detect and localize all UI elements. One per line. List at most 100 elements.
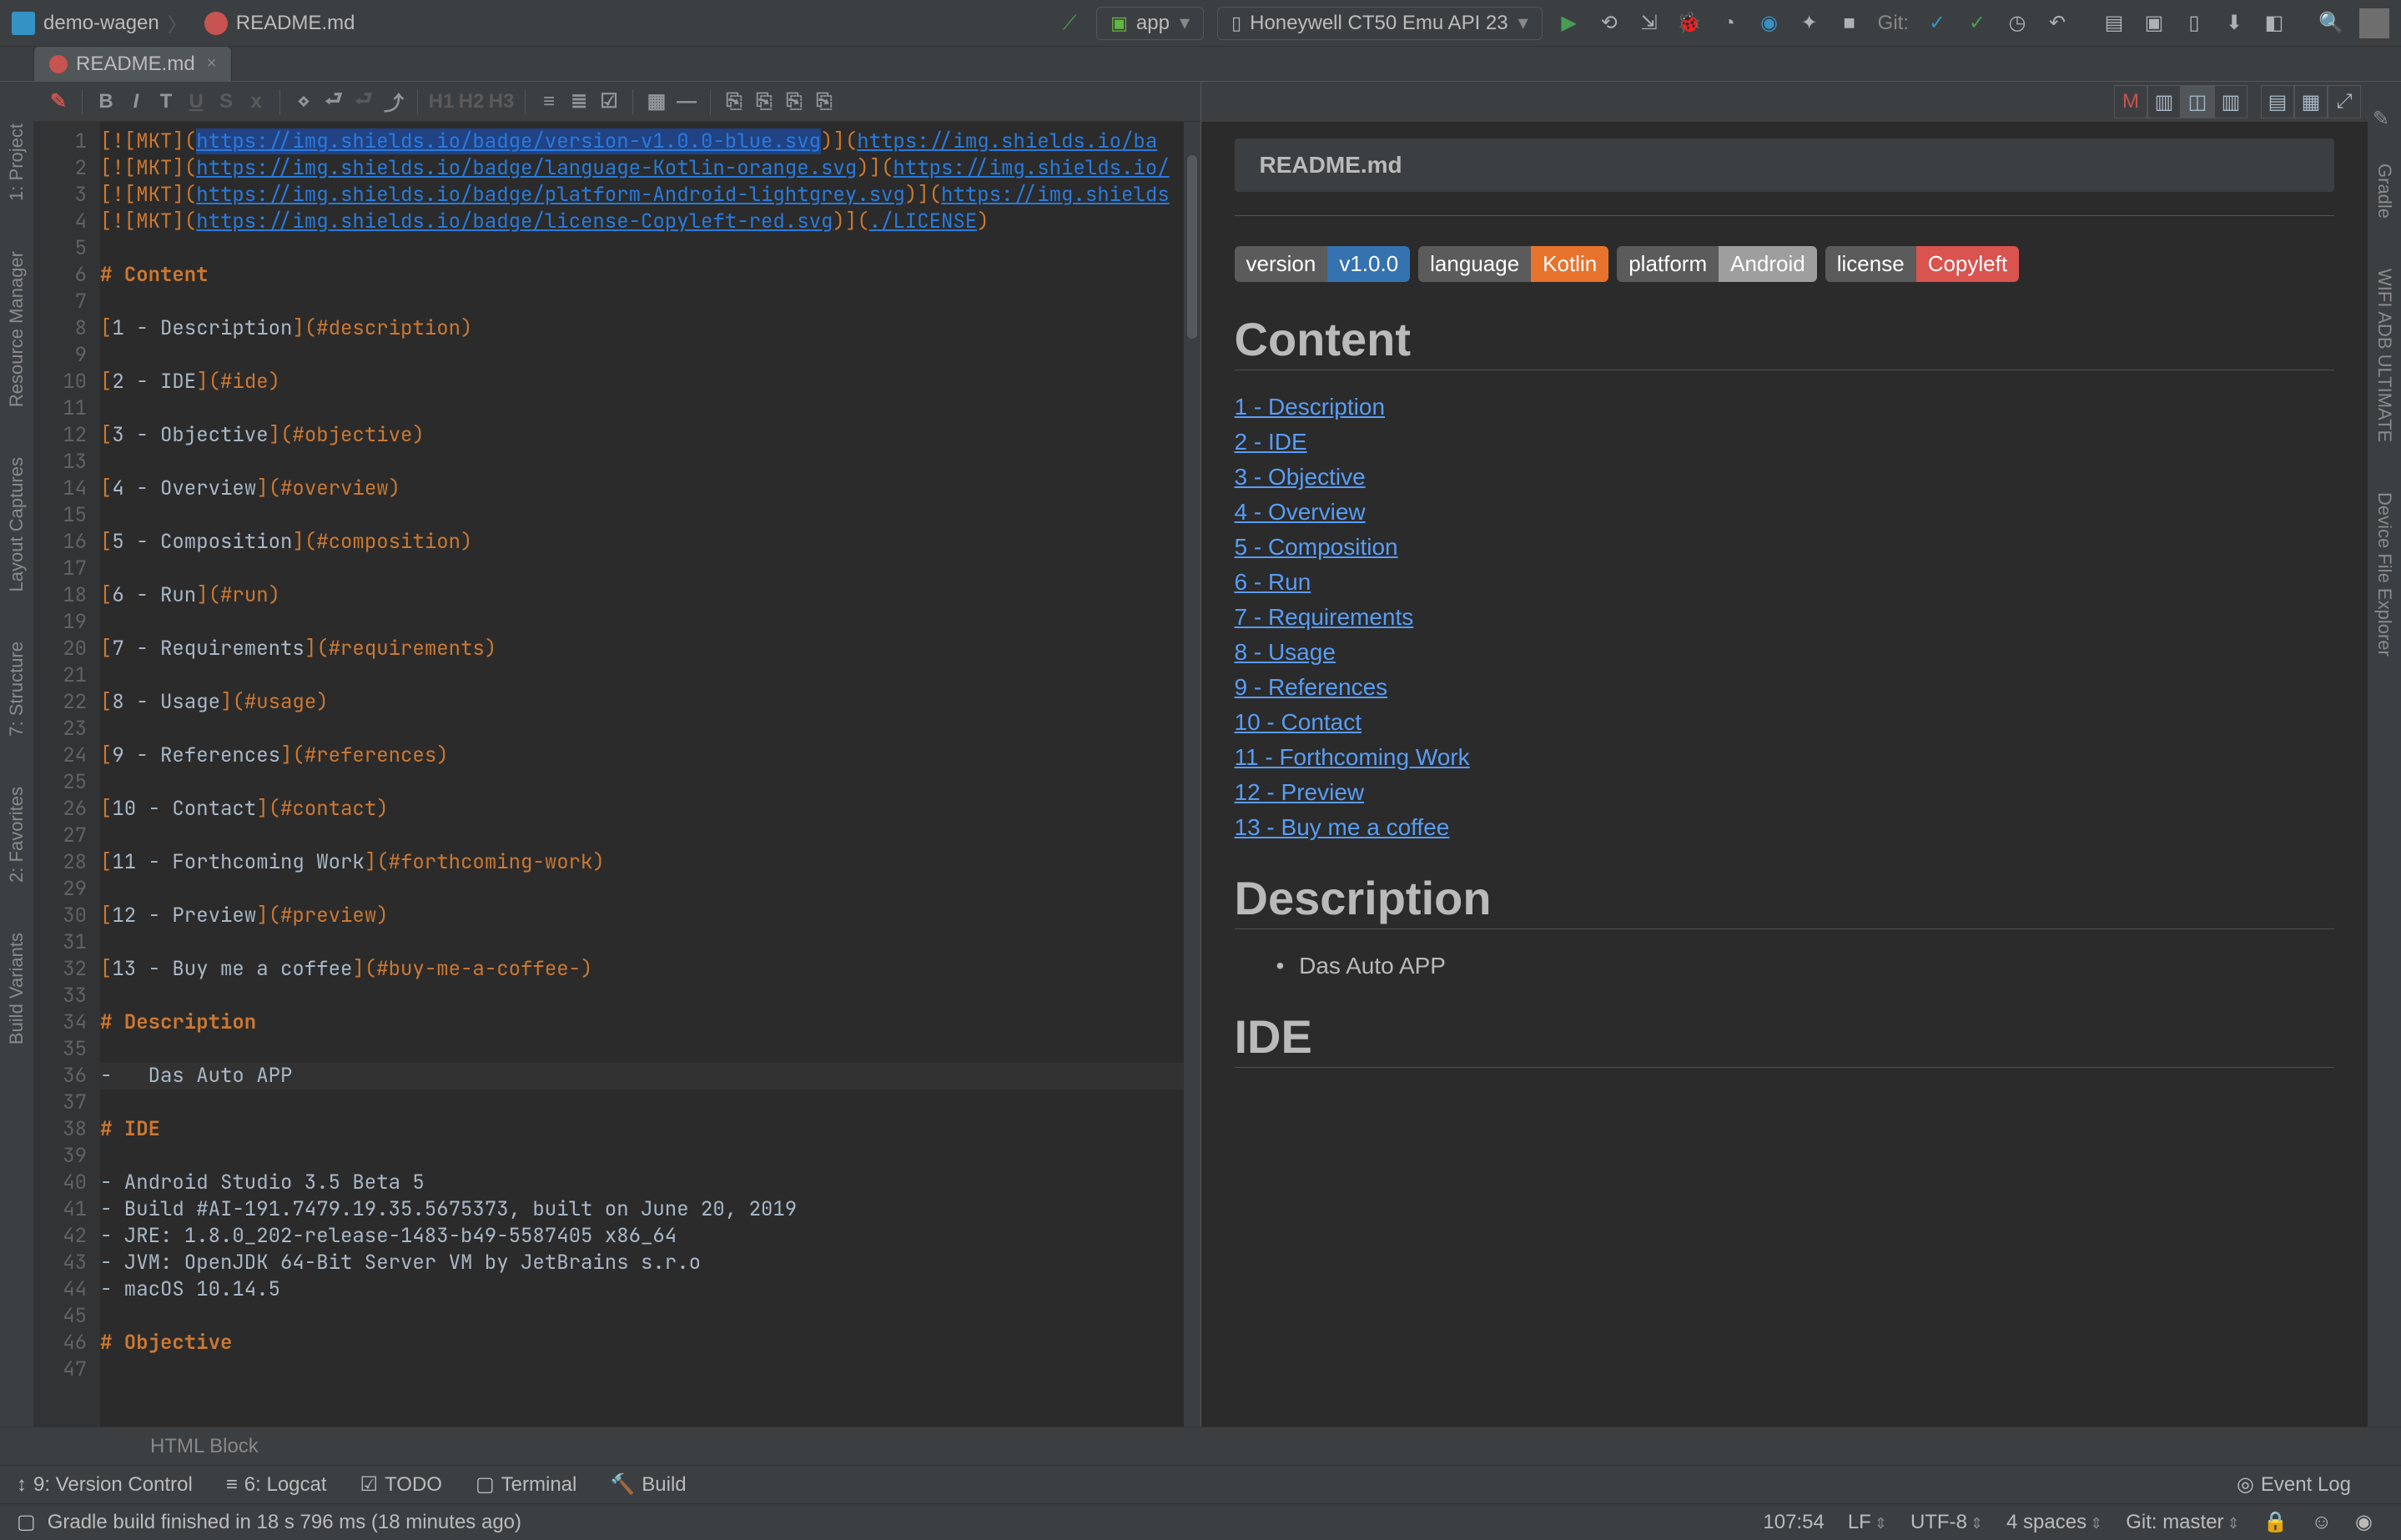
preview-link[interactable]: 5 - Composition: [1235, 534, 2335, 561]
tool-layout-captures[interactable]: Layout Captures: [6, 457, 28, 591]
table-button[interactable]: ▦: [642, 87, 672, 117]
strike-button[interactable]: S: [211, 87, 241, 117]
code-content[interactable]: [![MKT](https://img.shields.io/badge/ver…: [100, 122, 1200, 1427]
ol-button[interactable]: ≣: [564, 87, 594, 117]
preview-link[interactable]: 2 - IDE: [1235, 429, 2335, 455]
tool-build[interactable]: 🔨 Build: [610, 1472, 686, 1497]
task-button[interactable]: ☑: [594, 87, 624, 117]
search-everywhere-button[interactable]: 🔍: [2316, 8, 2346, 38]
scrollbar-thumb[interactable]: [1187, 155, 1197, 339]
tool-todo[interactable]: ☑ TODO: [360, 1472, 442, 1497]
tool-favorites[interactable]: 2: Favorites: [6, 787, 28, 883]
view-html-button[interactable]: M: [2114, 85, 2147, 118]
smiley-icon[interactable]: ☺: [2312, 1511, 2333, 1534]
attach-debugger-button[interactable]: ⇲: [1634, 8, 1664, 38]
ide-tip-icon[interactable]: ✎: [2373, 107, 2396, 130]
link-button[interactable]: ⮐: [319, 87, 349, 117]
layout-button-3[interactable]: ⤢: [2328, 85, 2361, 118]
breadcrumb[interactable]: demo-wagen 〉 README.md: [12, 8, 355, 38]
tool-gradle[interactable]: Gradle: [2373, 164, 2395, 219]
underline-button[interactable]: U: [181, 87, 211, 117]
export-button[interactable]: ⎘: [719, 87, 749, 117]
ul-button[interactable]: ≡: [534, 87, 564, 117]
coverage-button[interactable]: ◉: [1754, 8, 1784, 38]
profile-button[interactable]: ◔: [1714, 8, 1744, 38]
code-button[interactable]: ⋄: [289, 87, 319, 117]
avd-manager-button[interactable]: ▯: [2179, 8, 2209, 38]
apply-changes-button[interactable]: ⟲: [1594, 8, 1624, 38]
git-history-button[interactable]: ◷: [2002, 8, 2032, 38]
run-config-selector[interactable]: ▣ app ▾: [1096, 7, 1204, 40]
lock-icon[interactable]: 🔒: [2263, 1510, 2288, 1534]
git-revert-button[interactable]: ↶: [2042, 8, 2072, 38]
project-structure-button[interactable]: ▤: [2099, 8, 2129, 38]
layout-button-2[interactable]: ▦: [2294, 85, 2328, 118]
compass-icon[interactable]: ⟋: [1055, 8, 1085, 38]
badge[interactable]: versionv1.0.0: [1235, 246, 1411, 282]
badge[interactable]: languageKotlin: [1418, 246, 1608, 282]
tool-structure[interactable]: 7: Structure: [6, 642, 28, 737]
run-button[interactable]: ▶: [1554, 8, 1584, 38]
line-ending[interactable]: LF⇕: [1848, 1511, 1887, 1534]
preview-link[interactable]: 6 - Run: [1235, 569, 2335, 596]
paste-button[interactable]: ⎘: [779, 87, 809, 117]
bold-button[interactable]: B: [91, 87, 121, 117]
processes-icon[interactable]: ◉: [2355, 1510, 2373, 1534]
paste-plain-button[interactable]: ⎘: [809, 87, 839, 117]
status-messages-icon[interactable]: ▢: [17, 1510, 36, 1534]
highlight-icon[interactable]: ✎: [43, 87, 73, 117]
git-pull-button[interactable]: ✓: [1922, 8, 1952, 38]
text-style-button[interactable]: T: [151, 87, 181, 117]
tool-logcat[interactable]: ≡ 6: Logcat: [226, 1473, 327, 1497]
git-branch[interactable]: Git: master⇕: [2126, 1511, 2239, 1534]
user-avatar[interactable]: [2359, 8, 2389, 38]
cursor-position[interactable]: 107:54: [1763, 1511, 1824, 1534]
tool-event-log[interactable]: ◎ Event Log: [2237, 1472, 2351, 1497]
editor-crumb[interactable]: HTML Block: [150, 1435, 259, 1458]
indent-config[interactable]: 4 spaces⇕: [2006, 1511, 2102, 1534]
tool-resource-manager[interactable]: Resource Manager: [6, 251, 28, 407]
preview-content[interactable]: README.md versionv1.0.0languageKotlinpla…: [1201, 122, 2368, 1108]
h1-button[interactable]: H1: [426, 87, 456, 117]
tool-project[interactable]: 1: Project: [6, 123, 28, 201]
preview-link[interactable]: 9 - References: [1235, 674, 2335, 701]
preview-link[interactable]: 11 - Forthcoming Work: [1235, 744, 2335, 771]
subscript-button[interactable]: x: [241, 87, 271, 117]
badge[interactable]: licenseCopyleft: [1825, 246, 2019, 282]
hr-button[interactable]: ―: [672, 87, 702, 117]
layout-button-1[interactable]: ▤: [2261, 85, 2294, 118]
view-mode-split[interactable]: ◫: [2181, 85, 2214, 118]
debug-button[interactable]: 🐞: [1674, 8, 1704, 38]
tool-device-explorer[interactable]: Device File Explorer: [2373, 492, 2395, 657]
resource-manager-icon[interactable]: ◧: [2259, 8, 2289, 38]
instant-run-button[interactable]: ✦: [1794, 8, 1825, 38]
preview-link[interactable]: 12 - Preview: [1235, 779, 2335, 806]
preview-link[interactable]: 3 - Objective: [1235, 464, 2335, 491]
editor-scrollbar[interactable]: [1184, 122, 1200, 1427]
code-editor[interactable]: 1234567891011121314151617181920212223242…: [33, 122, 1200, 1427]
h2-button[interactable]: H2: [456, 87, 486, 117]
preview-link[interactable]: 7 - Requirements: [1235, 604, 2335, 631]
sync-gradle-button[interactable]: ▣: [2139, 8, 2169, 38]
preview-link[interactable]: 8 - Usage: [1235, 639, 2335, 666]
tool-wifi-adb[interactable]: WIFI ADB ULTIMATE: [2373, 269, 2395, 442]
view-mode-2[interactable]: ▥: [2214, 85, 2247, 118]
tool-version-control[interactable]: ↕ 9: Version Control: [17, 1473, 193, 1497]
preview-link[interactable]: 4 - Overview: [1235, 499, 2335, 526]
git-commit-button[interactable]: ✓: [1962, 8, 1992, 38]
tool-build-variants[interactable]: Build Variants: [6, 933, 28, 1044]
device-selector[interactable]: ▯ Honeywell CT50 Emu API 23 ▾: [1217, 7, 1543, 40]
italic-button[interactable]: I: [121, 87, 151, 117]
tool-terminal[interactable]: ▢ Terminal: [476, 1472, 576, 1497]
copy-button[interactable]: ⎘: [749, 87, 779, 117]
badge[interactable]: platformAndroid: [1617, 246, 1817, 282]
unlink-button[interactable]: ⮐: [349, 87, 379, 117]
preview-link[interactable]: 1 - Description: [1235, 394, 2335, 420]
sdk-manager-button[interactable]: ⬇: [2219, 8, 2249, 38]
preview-link[interactable]: 13 - Buy me a coffee: [1235, 814, 2335, 841]
wrap-button[interactable]: ⤴: [379, 87, 409, 117]
preview-link[interactable]: 10 - Contact: [1235, 709, 2335, 736]
view-mode-1[interactable]: ▥: [2147, 85, 2181, 118]
h3-button[interactable]: H3: [486, 87, 516, 117]
stop-button[interactable]: ■: [1835, 8, 1865, 38]
